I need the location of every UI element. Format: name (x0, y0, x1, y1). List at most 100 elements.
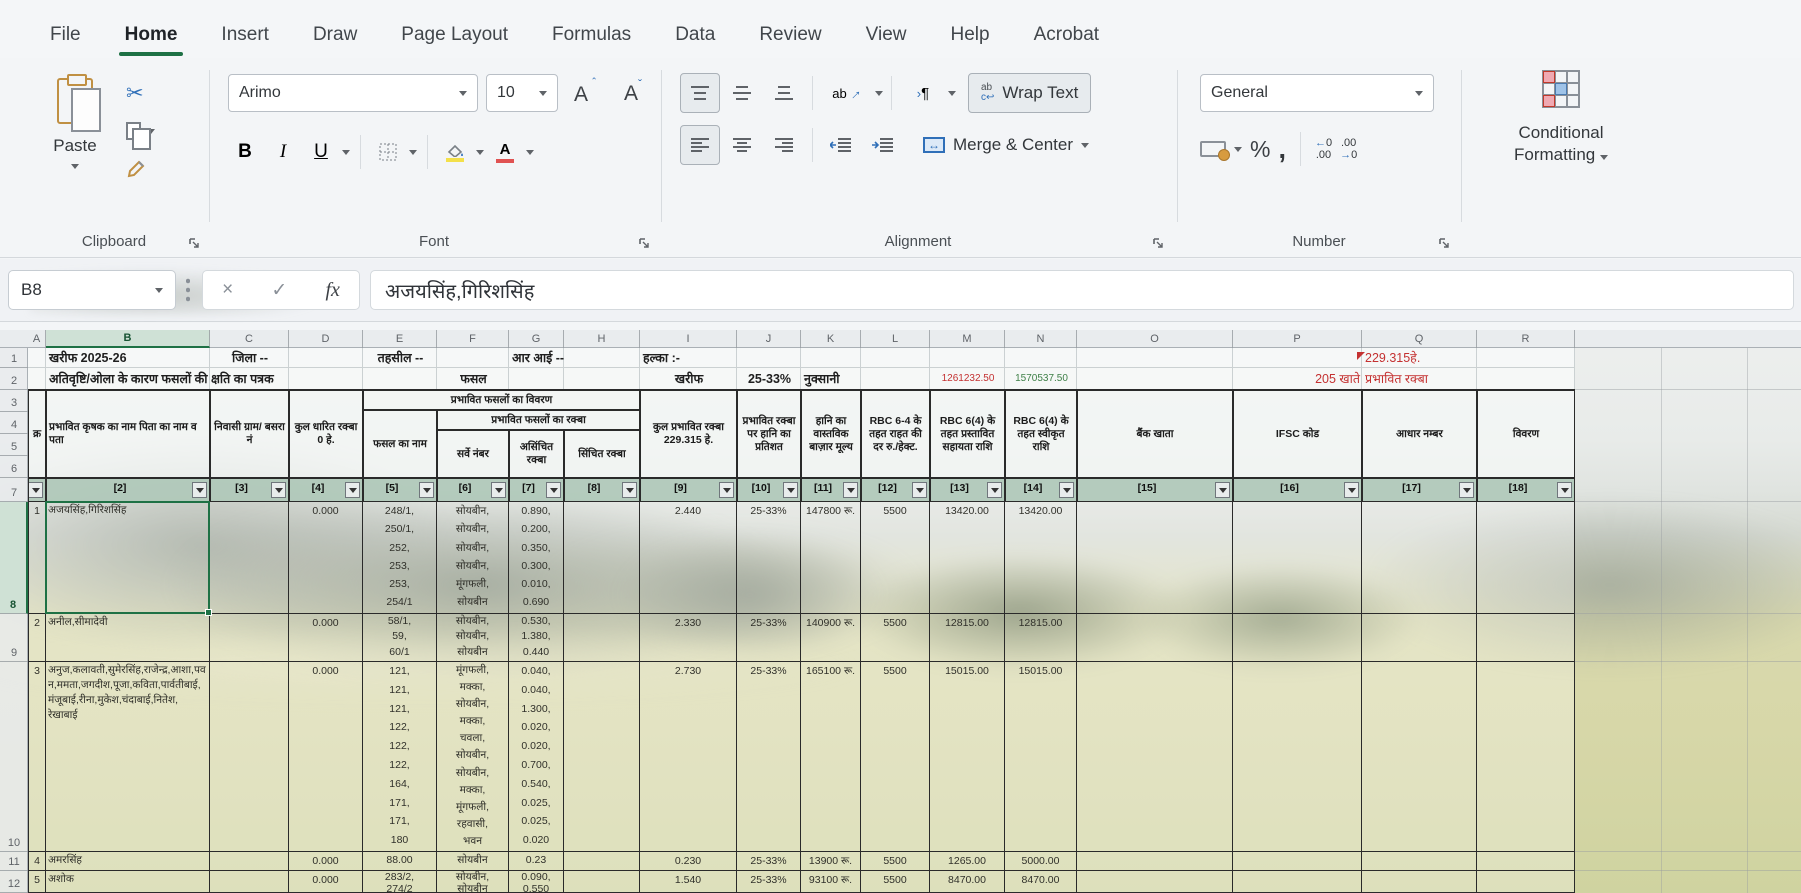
cell-K12[interactable]: 93100 रू. (801, 871, 861, 893)
percent-style-button[interactable]: % (1250, 136, 1270, 163)
col-header-Q[interactable]: Q (1362, 330, 1477, 348)
accounting-format-icon[interactable] (1200, 141, 1226, 157)
cell-C8[interactable] (210, 502, 289, 614)
cell-C12[interactable] (210, 871, 289, 893)
row-header-3[interactable]: 3 (0, 390, 28, 412)
bold-button[interactable]: B (228, 133, 262, 171)
font-name-combo[interactable]: Arimo (228, 74, 478, 112)
filter-dropdown-N[interactable] (1059, 482, 1074, 498)
tab-file[interactable]: File (28, 18, 103, 52)
decrease-indent-button[interactable] (821, 125, 861, 165)
col-header-F[interactable]: F (437, 330, 509, 348)
name-box-chevron-icon[interactable] (155, 288, 163, 293)
cell-H9[interactable] (564, 614, 640, 662)
filter-dropdown-Q[interactable] (1459, 482, 1474, 498)
header-cell-C[interactable]: निवासी ग्राम/ बसरा नं (210, 390, 289, 478)
row-header-6[interactable]: 6 (0, 456, 28, 478)
font-dialog-launcher[interactable] (638, 236, 652, 250)
font-size-combo[interactable]: 10 (486, 74, 558, 112)
cell-E10[interactable]: 121, 121, 121, 122, 122, 122, 164, 171, … (363, 662, 437, 852)
cell-R11[interactable] (1477, 852, 1575, 871)
cell-C9[interactable] (210, 614, 289, 662)
align-bottom-button[interactable] (764, 73, 804, 113)
increase-decimal-button[interactable]: ←0.00 (1315, 137, 1332, 161)
cell-B9[interactable]: अनील,सीमादेवी (46, 614, 210, 662)
tab-page-layout[interactable]: Page Layout (379, 18, 530, 52)
row-header-1[interactable]: 1 (0, 348, 28, 368)
header-cell-N[interactable]: RBC 6(4) के तहत स्वीकृत राशि (1005, 390, 1077, 478)
filter-cell-O[interactable]: [15] (1077, 478, 1233, 502)
cell-E9[interactable]: 58/1, 59, 60/1 (363, 614, 437, 662)
row-header-2[interactable]: 2 (0, 368, 28, 390)
filter-cell-R[interactable]: [18] (1477, 478, 1575, 502)
row-header-10[interactable]: 10 (0, 662, 28, 852)
col-header-B[interactable]: B (46, 330, 210, 348)
cell-Q9[interactable] (1362, 614, 1477, 662)
cell-J8[interactable]: 25-33% (737, 502, 801, 614)
cell-F8[interactable]: सोयबीन, सोयबीन, सोयबीन, सोयबीन, मूंगफली,… (437, 502, 509, 614)
header-cell-M[interactable]: RBC 6(4) के तहत प्रस्तावित सहायता राशि (930, 390, 1005, 478)
fill-color-button[interactable] (438, 133, 472, 171)
cell-H10[interactable] (564, 662, 640, 852)
filter-cell-A[interactable]: [1] (28, 478, 46, 502)
align-left-button[interactable] (680, 125, 720, 165)
cell-N1[interactable] (1005, 348, 1077, 368)
filter-dropdown-L[interactable] (912, 482, 927, 498)
cell-A9[interactable]: 2 (28, 614, 46, 662)
row-header-11[interactable]: 11 (0, 852, 28, 871)
cell-O10[interactable] (1077, 662, 1233, 852)
cell-D8[interactable]: 0.000 (289, 502, 363, 614)
cell-B10[interactable]: अनुज,कलावती,सुमेरसिंह,राजेन्द्र,आशा,पवन,… (46, 662, 210, 852)
merge-center-button[interactable]: ↔ Merge & Center (915, 125, 1097, 165)
formula-input[interactable]: अजयसिंह,गिरिशसिंह (370, 270, 1794, 310)
cell-N10[interactable]: 15015.00 (1005, 662, 1077, 852)
filter-dropdown-P[interactable] (1344, 482, 1359, 498)
cell-E2[interactable] (363, 368, 437, 390)
decrease-font-size-button[interactable]: Aˇ (616, 81, 650, 106)
cell-M8[interactable]: 13420.00 (930, 502, 1005, 614)
cell-I8[interactable]: 2.440 (640, 502, 737, 614)
header-cell-H[interactable]: सिंचित रक्बा (564, 430, 640, 478)
cell-G2[interactable] (509, 368, 564, 390)
cell-L11[interactable]: 5500 (861, 852, 930, 871)
cell-Q8[interactable] (1362, 502, 1477, 614)
tab-insert[interactable]: Insert (199, 18, 291, 52)
filter-dropdown-C[interactable] (271, 482, 286, 498)
cell-F11[interactable]: सोयबीन (437, 852, 509, 871)
cell-A1[interactable] (28, 348, 46, 368)
cell-J12[interactable]: 25-33% (737, 871, 801, 893)
row-header-12[interactable]: 12 (0, 871, 28, 893)
fill-color-chevron-icon[interactable] (476, 150, 484, 155)
filter-cell-F[interactable]: [6] (437, 478, 509, 502)
cell-K1[interactable] (801, 348, 861, 368)
cell-B11[interactable]: अमरसिंह (46, 852, 210, 871)
header-cell-B[interactable]: प्रभावित कृषक का नाम पिता का नाम व पता (46, 390, 210, 478)
paste-button[interactable]: Paste (38, 72, 112, 214)
header-cell-P[interactable]: IFSC कोड (1233, 390, 1362, 478)
header-cell-L[interactable]: RBC 6-4 के तहत राहत की दर रु./हेक्ट. (861, 390, 930, 478)
col-header-M[interactable]: M (930, 330, 1005, 348)
col-header-I[interactable]: I (640, 330, 737, 348)
align-top-button[interactable] (680, 73, 720, 113)
cell-L9[interactable]: 5500 (861, 614, 930, 662)
cell-E11[interactable]: 88.00 (363, 852, 437, 871)
cell-M10[interactable]: 15015.00 (930, 662, 1005, 852)
col-header-D[interactable]: D (289, 330, 363, 348)
header-cell-A[interactable]: क्र (28, 390, 46, 478)
underline-button[interactable]: U (304, 133, 338, 171)
tab-draw[interactable]: Draw (291, 18, 379, 52)
cell-M1[interactable] (930, 348, 1005, 368)
cell-K9[interactable]: 140900 रू. (801, 614, 861, 662)
row-header-7[interactable]: 7 (0, 478, 28, 502)
orientation-button[interactable]: ab→ (821, 73, 873, 113)
col-header-N[interactable]: N (1005, 330, 1077, 348)
cell-L8[interactable]: 5500 (861, 502, 930, 614)
cell-P9[interactable] (1233, 614, 1362, 662)
cell-J10[interactable]: 25-33% (737, 662, 801, 852)
align-right-button[interactable] (764, 125, 804, 165)
cell-B12[interactable]: अशोक (46, 871, 210, 893)
header-cell-I[interactable]: कुल प्रभावित रक्बा 229.315 हे. (640, 390, 737, 478)
filter-cell-G[interactable]: [7] (509, 478, 564, 502)
cell-N12[interactable]: 8470.00 (1005, 871, 1077, 893)
col-header-J[interactable]: J (737, 330, 801, 348)
